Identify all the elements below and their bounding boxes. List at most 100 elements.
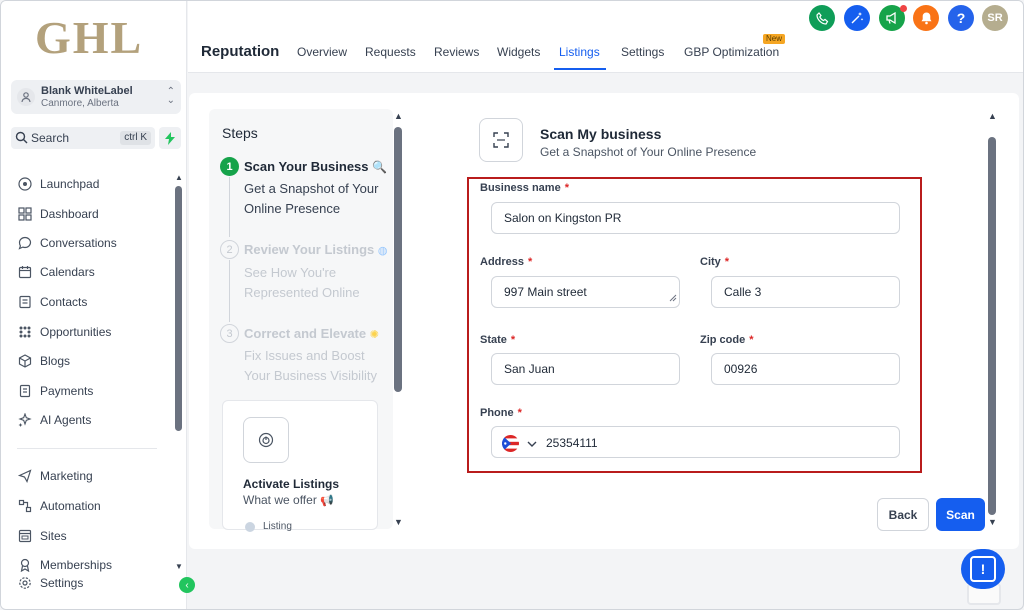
tab-overview[interactable]: Overview xyxy=(297,45,347,59)
sidebar-item-marketing[interactable]: Marketing xyxy=(17,466,93,486)
avatar[interactable]: SR xyxy=(982,5,1008,31)
calendar-icon xyxy=(17,265,32,280)
sidebar-item-label: Contacts xyxy=(40,295,88,309)
magic-button[interactable] xyxy=(844,5,870,31)
sidebar-item-label: Dashboard xyxy=(40,207,99,221)
scan-button[interactable]: Scan xyxy=(936,498,985,531)
back-button[interactable]: Back xyxy=(877,498,929,531)
step-1-title[interactable]: Scan Your Business 🔍 xyxy=(244,159,387,174)
tab-requests[interactable]: Requests xyxy=(365,45,416,59)
sidebar-item-label: Blogs xyxy=(40,354,71,368)
phone-button[interactable] xyxy=(809,5,835,31)
activate-list-item: Listing xyxy=(245,521,292,532)
quick-action-button[interactable] xyxy=(159,127,181,149)
phone-label: Phone * xyxy=(480,407,522,419)
tab-widgets[interactable]: Widgets xyxy=(497,45,540,59)
sparkle-wand-icon xyxy=(851,12,864,24)
scroll-up-arrow[interactable]: ▲ xyxy=(175,173,183,182)
listing-icon xyxy=(245,521,255,532)
sidebar-item-automation[interactable]: Automation xyxy=(17,496,101,516)
address-field[interactable]: 997 Main street xyxy=(491,276,680,308)
step-connector xyxy=(229,260,230,322)
tab-gbp-optimization[interactable]: GBP Optimization xyxy=(684,45,779,59)
sidebar-item-blogs[interactable]: Blogs xyxy=(17,351,70,371)
step-3-title[interactable]: Correct and Elevate ✺ xyxy=(244,326,379,341)
notifications-button[interactable] xyxy=(913,5,939,31)
sidebar-item-calendars[interactable]: Calendars xyxy=(17,262,95,282)
search-label: Search xyxy=(31,131,70,145)
sidebar-item-opportunities[interactable]: Opportunities xyxy=(17,322,111,342)
form-scroll-down[interactable]: ▼ xyxy=(988,517,997,527)
sidebar-item-label: Automation xyxy=(40,499,101,513)
tab-listings[interactable]: Listings xyxy=(559,45,600,59)
state-label: State * xyxy=(480,334,516,346)
zip-label: Zip code * xyxy=(700,334,754,346)
activate-listings-card[interactable]: Activate Listings What we offer 📢 Listin… xyxy=(222,400,378,532)
sidebar-item-label: Conversations xyxy=(40,236,117,250)
activate-desc: What we offer 📢 xyxy=(243,493,334,507)
step-2-title[interactable]: Review Your Listings ◍ xyxy=(244,242,388,257)
account-icon xyxy=(17,88,35,106)
step-1-number: 1 xyxy=(220,157,239,176)
account-switcher[interactable]: Blank WhiteLabel Canmore, Alberta ⌃ ⌄ xyxy=(11,80,181,114)
collapse-sidebar-button[interactable]: ‹ xyxy=(179,577,195,593)
bolt-icon xyxy=(165,131,175,145)
sites-icon xyxy=(17,529,32,544)
business-name-field[interactable]: Salon on Kingston PR xyxy=(491,202,900,234)
sidebar-item-sites[interactable]: Sites xyxy=(17,526,67,546)
steps-scroll-up[interactable]: ▲ xyxy=(394,111,403,121)
sidebar-item-label: Calendars xyxy=(40,265,95,279)
tab-settings[interactable]: Settings xyxy=(621,45,664,59)
scan-icon-box xyxy=(479,118,523,162)
sidebar-item-launchpad[interactable]: Launchpad xyxy=(17,174,99,194)
form-scrollbar[interactable] xyxy=(988,137,996,515)
city-field[interactable]: Calle 3 xyxy=(711,276,900,308)
tab-reviews[interactable]: Reviews xyxy=(434,45,479,59)
blogs-icon xyxy=(17,354,32,369)
scroll-down-arrow[interactable]: ▼ xyxy=(175,562,183,571)
payments-icon xyxy=(17,384,32,399)
scan-icon xyxy=(493,132,509,148)
sidebar-item-contacts[interactable]: Contacts xyxy=(17,292,87,312)
automation-icon xyxy=(17,499,32,514)
phone-field[interactable]: 25354111 xyxy=(491,426,900,458)
megaphone-icon: 📢 xyxy=(320,495,334,507)
chat-info-icon: ! xyxy=(970,556,996,582)
sidebar-item-memberships[interactable]: Memberships xyxy=(17,555,112,575)
puerto-rico-flag-icon[interactable] xyxy=(502,435,519,452)
globe-icon: ◍ xyxy=(377,245,388,257)
chat-icon xyxy=(17,236,32,251)
form-subtitle: Get a Snapshot of Your Online Presence xyxy=(540,145,757,159)
search-box[interactable]: Search ctrl K xyxy=(11,127,155,149)
step-2-desc-line2: Represented Online xyxy=(244,285,360,300)
sidebar-item-ai-agents[interactable]: AI Agents xyxy=(17,410,91,430)
search-icon xyxy=(15,131,28,149)
sidebar-item-conversations[interactable]: Conversations xyxy=(17,233,117,253)
sidebar-item-label: AI Agents xyxy=(40,413,92,427)
memberships-icon xyxy=(17,558,32,573)
zip-field[interactable]: 00926 xyxy=(711,353,900,385)
chevron-down-icon[interactable] xyxy=(527,437,537,451)
sidebar-item-label: Opportunities xyxy=(40,325,112,339)
sidebar-item-label: Settings xyxy=(40,576,84,590)
sidebar-item-payments[interactable]: Payments xyxy=(17,381,93,401)
page-title: Reputation xyxy=(201,43,280,60)
resize-handle-icon[interactable] xyxy=(669,291,677,305)
sidebar-item-dashboard[interactable]: Dashboard xyxy=(17,204,99,224)
phone-icon xyxy=(815,11,828,25)
sidebar: GHL Blank WhiteLabel Canmore, Alberta ⌃ ⌄… xyxy=(1,1,195,609)
opportunities-icon xyxy=(17,325,32,340)
sidebar-item-settings[interactable]: Settings xyxy=(17,573,83,593)
form-title: Scan My business xyxy=(540,126,662,142)
steps-scrollbar[interactable] xyxy=(394,127,402,392)
sidebar-divider xyxy=(17,448,157,449)
help-button[interactable]: ? xyxy=(948,5,974,31)
sidebar-item-label: Marketing xyxy=(40,469,93,483)
account-location: Canmore, Alberta xyxy=(41,98,119,109)
form-scroll-up[interactable]: ▲ xyxy=(988,111,997,121)
steps-scroll-down[interactable]: ▼ xyxy=(394,517,403,527)
chat-widget-button[interactable]: ! xyxy=(961,549,1005,589)
sidebar-scrollbar[interactable] xyxy=(175,186,182,431)
state-field[interactable]: San Juan xyxy=(491,353,680,385)
step-1-desc-line1: Get a Snapshot of Your xyxy=(244,181,379,196)
